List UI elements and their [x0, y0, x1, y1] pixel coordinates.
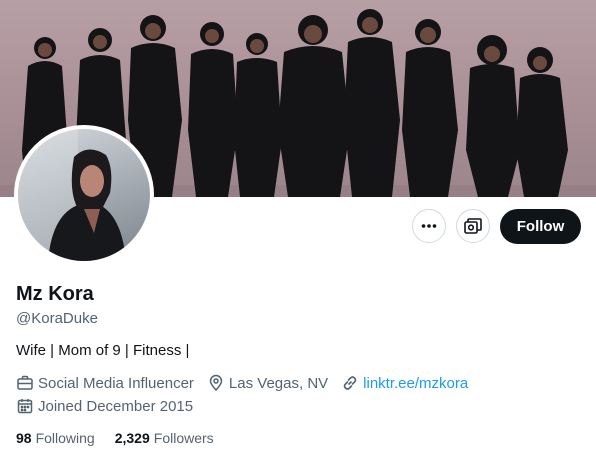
follow-button[interactable]: Follow	[500, 209, 581, 244]
followers-count: 2,329	[114, 430, 150, 446]
briefcase-icon	[17, 375, 33, 390]
website-link[interactable]: linktr.ee/mzkora	[363, 375, 468, 392]
category-item: Social Media Influencer	[16, 374, 194, 392]
joined-item: Joined December 2015	[16, 397, 193, 415]
joined-row: Joined December 2015	[16, 397, 206, 415]
profile-avatar[interactable]	[14, 125, 154, 265]
category-label: Social Media Influencer	[38, 374, 194, 392]
more-horizontal-icon	[421, 224, 437, 228]
location-pin-icon	[209, 374, 223, 392]
joined-label: Joined December 2015	[38, 397, 194, 415]
location-label: Las Vegas, NV	[228, 374, 329, 392]
link-icon	[343, 376, 357, 390]
avatar-photo	[18, 129, 126, 261]
location-item: Las Vegas, NV	[207, 374, 328, 392]
display-name: Mz Kora	[16, 283, 94, 305]
following-link[interactable]: 98 Following	[16, 430, 95, 446]
followers-link[interactable]: 2,329 Followers	[115, 430, 214, 446]
follow-stats: 98 Following 2,329 Followers	[16, 430, 234, 446]
subscription-button[interactable]	[456, 209, 490, 243]
following-count: 98	[16, 430, 32, 446]
subscription-icon	[464, 218, 482, 234]
followers-label: Followers	[153, 430, 214, 446]
calendar-icon	[17, 399, 33, 414]
following-label: Following	[35, 430, 95, 446]
profile-meta-row: Social Media Influencer Las Vegas, NV li…	[16, 374, 481, 392]
user-handle: @KoraDuke	[16, 310, 98, 327]
website-item: linktr.ee/mzkora	[341, 374, 468, 392]
profile-bio: Wife | Mom of 9 | Fitness |	[16, 342, 190, 359]
more-button[interactable]	[412, 209, 446, 243]
